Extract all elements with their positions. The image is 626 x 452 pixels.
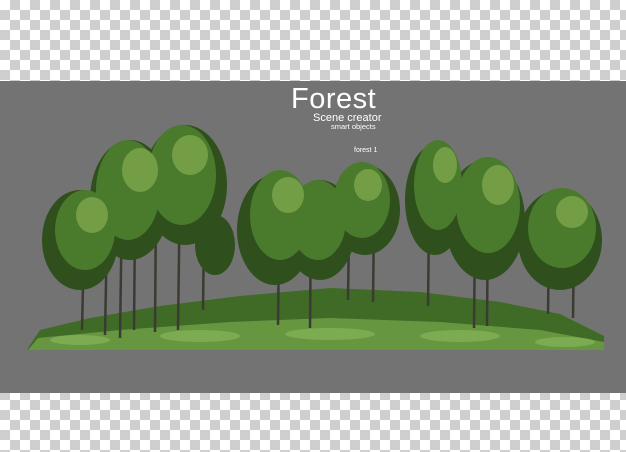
scene-title: Forest: [291, 83, 377, 115]
scene-tagline: smart objects: [331, 122, 376, 131]
forest-illustration: [28, 125, 604, 350]
forest-label: forest 1: [354, 147, 378, 154]
